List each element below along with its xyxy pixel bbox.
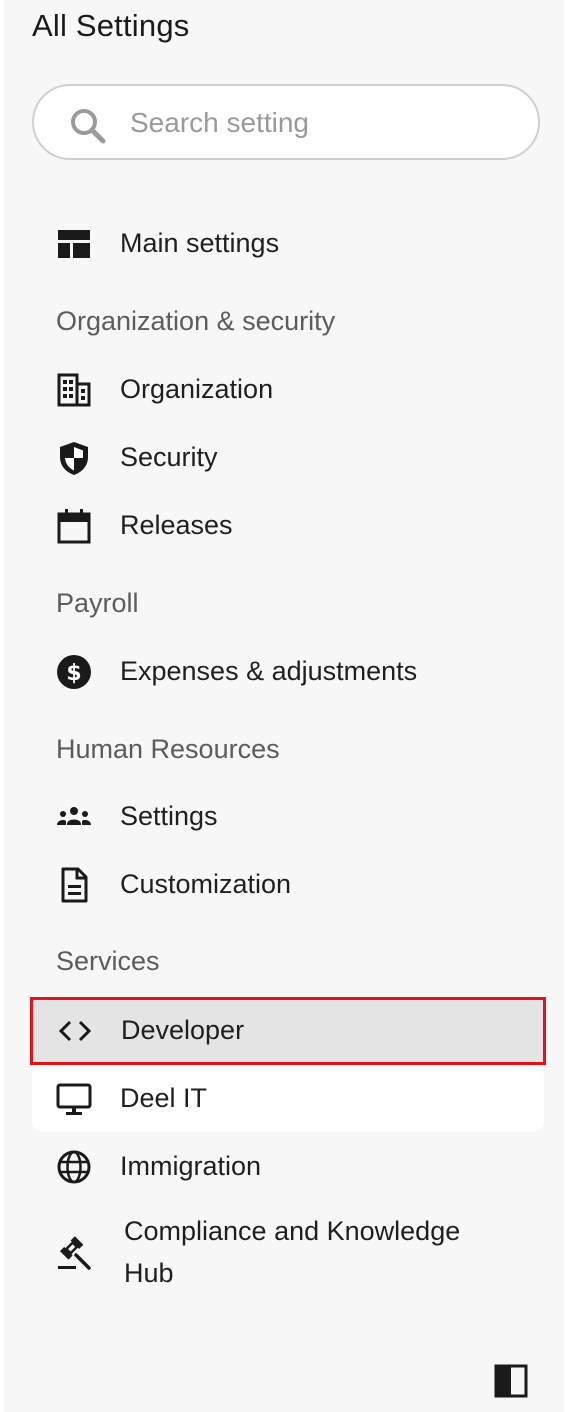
section-header-services: Services bbox=[56, 946, 160, 976]
sidebar-collapse-icon[interactable] bbox=[494, 1364, 528, 1398]
nav-item-label: Security bbox=[120, 442, 218, 473]
nav-item-customization[interactable]: Customization bbox=[32, 853, 544, 917]
settings-sidebar: All Settings Main settings Organization … bbox=[4, 0, 564, 1412]
section-header-hr: Human Resources bbox=[56, 734, 280, 764]
nav-item-label: Expenses & adjustments bbox=[120, 656, 418, 687]
calendar-icon bbox=[54, 506, 94, 546]
people-icon bbox=[54, 797, 94, 837]
nav-item-deel-it[interactable]: Deel IT bbox=[32, 1067, 544, 1131]
section-header-payroll: Payroll bbox=[56, 588, 139, 618]
nav-item-main-settings[interactable]: Main settings bbox=[32, 212, 544, 276]
nav-item-label: Deel IT bbox=[120, 1083, 208, 1114]
dollar-circle-icon: $ bbox=[54, 652, 94, 692]
nav-item-label: Customization bbox=[120, 869, 292, 900]
nav-item-security[interactable]: Security bbox=[32, 426, 544, 490]
nav-item-compliance[interactable]: Compliance and Knowledge Hub bbox=[32, 1203, 544, 1303]
nav-item-label: Immigration bbox=[120, 1151, 262, 1182]
nav-item-developer[interactable]: Developer bbox=[30, 997, 546, 1065]
search-box[interactable] bbox=[32, 84, 540, 160]
svg-text:$: $ bbox=[66, 661, 81, 686]
gavel-icon bbox=[54, 1233, 94, 1273]
page-title: All Settings bbox=[32, 8, 190, 43]
search-input[interactable] bbox=[128, 100, 512, 146]
nav-item-label: Organization bbox=[120, 374, 274, 405]
nav-item-organization[interactable]: Organization bbox=[32, 358, 544, 422]
nav-item-label: Releases bbox=[120, 510, 233, 541]
nav-item-label: Main settings bbox=[120, 228, 280, 259]
globe-icon bbox=[54, 1147, 94, 1187]
nav-item-label: Compliance and Knowledge Hub bbox=[124, 1216, 461, 1288]
nav-item-hr-settings[interactable]: Settings bbox=[32, 785, 544, 849]
nav-item-releases[interactable]: Releases bbox=[32, 494, 544, 558]
search-icon bbox=[68, 106, 108, 146]
nav-item-label: Developer bbox=[121, 1015, 245, 1046]
code-icon bbox=[55, 1011, 95, 1051]
document-icon bbox=[54, 865, 94, 905]
monitor-icon bbox=[54, 1079, 94, 1119]
dashboard-icon bbox=[54, 224, 94, 264]
building-icon bbox=[54, 370, 94, 410]
nav-item-immigration[interactable]: Immigration bbox=[32, 1135, 544, 1199]
section-header-org-security: Organization & security bbox=[56, 306, 336, 336]
nav-item-label: Settings bbox=[120, 801, 218, 832]
nav-item-expenses[interactable]: $ Expenses & adjustments bbox=[32, 640, 544, 704]
shield-icon bbox=[54, 438, 94, 478]
